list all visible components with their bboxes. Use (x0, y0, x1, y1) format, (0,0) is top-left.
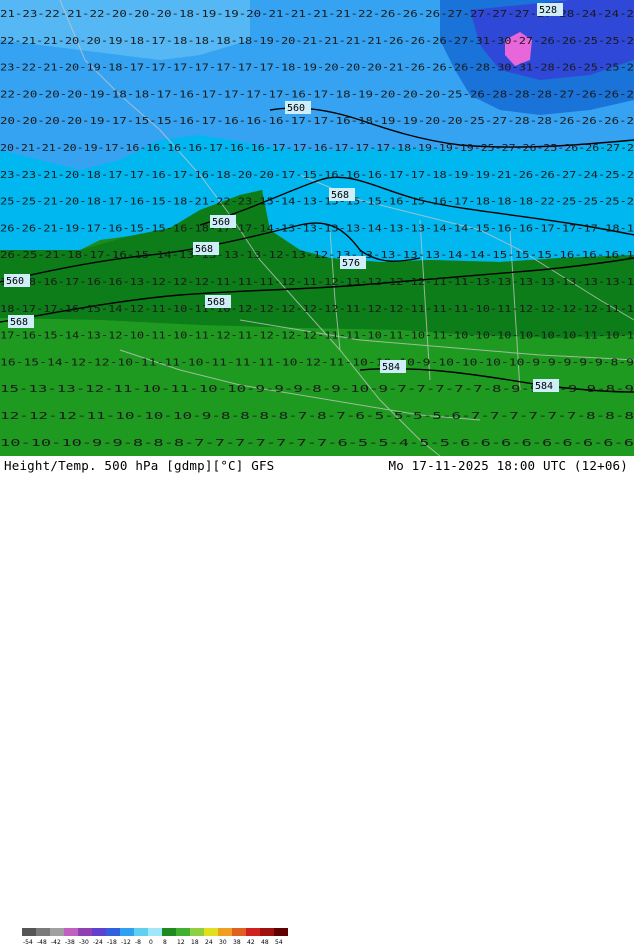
legend-tick-label: 8 (163, 939, 167, 946)
legend-tick-label: -30 (79, 939, 89, 946)
contour-label: 560 (6, 276, 24, 287)
temperature-row: 22-21-21-20-20-19-18-17-18-18-18-18-19-2… (0, 36, 634, 47)
temperature-row: 17-16-15-14-13-12-10-11-10-11-12-11-12-1… (0, 331, 634, 342)
legend-swatch (106, 928, 120, 936)
legend-tick-label: -12 (121, 939, 131, 946)
legend-swatch (22, 928, 36, 936)
temperature-row: 20-21-21-20-19-17-16-16-16-16-17-16-16-1… (0, 143, 634, 154)
temperature-row: 10-10-10-9-9-8-8-8-7-7-7-7-7-7-7-6-5-5-4… (0, 438, 634, 449)
contour-label: 568 (195, 244, 213, 255)
temperature-row: 25-25-21-20-18-17-16-15-18-21-22-23-15-1… (0, 197, 634, 208)
legend-tick-label: 54 (275, 939, 283, 946)
legend-tick-label: 30 (219, 939, 227, 946)
forecast-datetime: Mo 17-11-2025 18:00 UTC (12+06) (388, 458, 628, 473)
temperature-row: 23-22-21-20-19-18-17-17-17-17-17-17-17-1… (0, 63, 634, 74)
temperature-row: 18-17-17-16-15-14-12-11-10-11-10-12-12-1… (0, 304, 634, 315)
contour-label: 568 (207, 297, 225, 308)
temperature-row: 16-15-14-12-12-10-11-11-10-11-11-11-10-1… (0, 357, 634, 368)
color-scale-legend: -54 -48 -42 -38 -30 -24 -18 -12 -8 0 8 12 18 24 30 38 42… (22, 928, 288, 946)
contour-label: 568 (331, 190, 349, 201)
legend-tick-label: -8 (135, 939, 141, 946)
temperature-row: 26-26-21-19-17-16-15-15-16-18-17-17-14-1… (0, 223, 634, 234)
contour-label: 584 (382, 362, 400, 373)
contour-label: 560 (212, 217, 230, 228)
contour-label: 528 (539, 5, 557, 16)
legend-tick-label: -54 (23, 939, 33, 946)
legend-tick-label: -42 (51, 939, 61, 946)
map-footer: Height/Temp. 500 hPa [gdmp][°C] GFS Mo 1… (0, 456, 634, 946)
map-canvas: 21-23-22-21-22-20-20-20-18-19-19-20-21-2… (0, 0, 634, 456)
legend-swatch (50, 928, 64, 936)
legend-tick-label: -24 (93, 939, 103, 946)
legend-tick-label: 0 (149, 939, 153, 946)
legend-tick-label: 42 (247, 939, 255, 946)
legend-tick-label: 24 (205, 939, 213, 946)
legend-swatch (120, 928, 134, 936)
legend-swatch (64, 928, 78, 936)
contour-label: 568 (10, 317, 28, 328)
temperature-row: 22-20-20-20-19-18-18-17-16-17-17-17-17-1… (0, 89, 634, 100)
legend-swatch (204, 928, 218, 936)
legend-swatch (162, 928, 176, 936)
legend-swatch (92, 928, 106, 936)
legend-tick-label: 48 (261, 939, 269, 946)
temperature-row: 12-12-12-11-10-10-10-9-8-8-8-8-7-8-7-6-5… (0, 411, 634, 422)
legend-swatch (148, 928, 162, 936)
legend-tick-label: 12 (177, 939, 185, 946)
legend-swatch (78, 928, 92, 936)
contour-label: 576 (342, 258, 360, 269)
legend-swatch (176, 928, 190, 936)
temperature-row: 20-20-20-20-19-17-15-15-16-17-16-16-16-1… (0, 116, 634, 127)
legend-tick-label: 18 (191, 939, 199, 946)
legend-tick-label: -48 (37, 939, 47, 946)
contour-label: 560 (287, 103, 305, 114)
temperature-row: 18-18-16-17-16-16-13-12-12-12-11-11-11-1… (0, 277, 634, 288)
legend-swatch (218, 928, 232, 936)
legend-tick-label: 38 (233, 939, 241, 946)
temperature-map: 21-23-22-21-22-20-20-20-18-19-19-20-21-2… (0, 0, 634, 456)
legend-swatch (260, 928, 274, 936)
legend-swatch (36, 928, 50, 936)
legend-tick-label: -18 (107, 939, 117, 946)
contour-label: 584 (535, 381, 553, 392)
legend-swatch (246, 928, 260, 936)
legend-swatch (274, 928, 288, 936)
legend-tick-label: -38 (65, 939, 75, 946)
temperature-row: 26-25-21-18-17-16-15-14-13-13-13-13-12-1… (0, 250, 634, 261)
legend-swatch (134, 928, 148, 936)
legend-swatch (232, 928, 246, 936)
legend-swatch (190, 928, 204, 936)
map-title: Height/Temp. 500 hPa [gdmp][°C] GFS (4, 458, 275, 473)
temperature-row: 23-23-21-20-18-17-17-16-17-16-18-20-20-1… (0, 170, 634, 181)
